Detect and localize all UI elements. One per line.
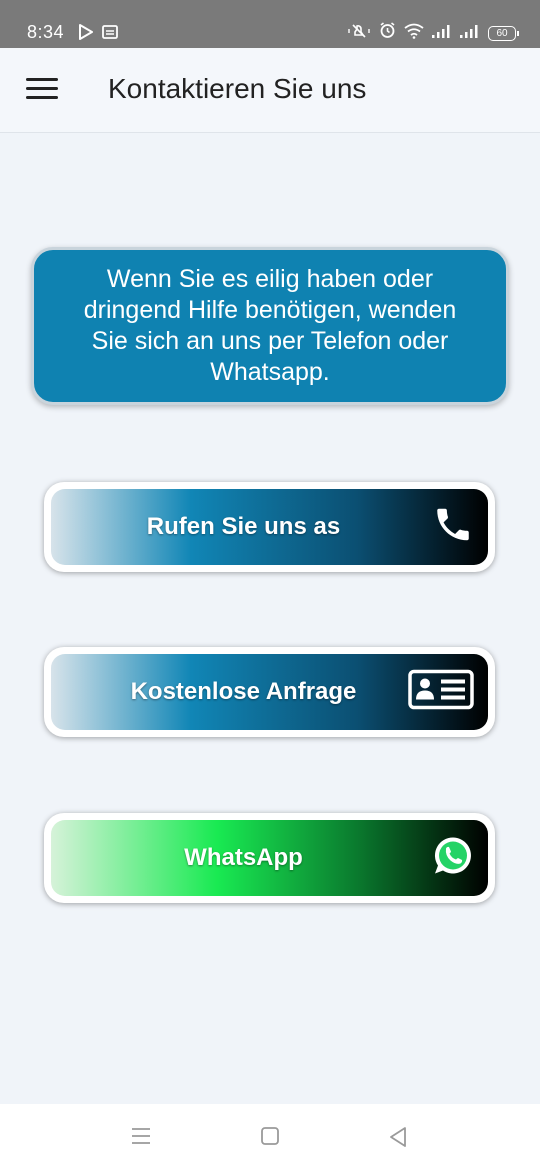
home-icon[interactable] (260, 1126, 280, 1151)
mute-icon (347, 23, 371, 44)
hamburger-menu-icon[interactable] (26, 78, 58, 102)
status-time: 8:34 (27, 22, 65, 42)
status-bar: 8:34 60 (0, 0, 540, 48)
free-request-button[interactable]: Kostenlose Anfrage (44, 647, 495, 737)
free-request-button-label: Kostenlose Anfrage (130, 678, 357, 705)
phone-icon (432, 504, 474, 551)
call-button[interactable]: Rufen Sie uns as (44, 482, 495, 572)
system-nav-bar (0, 1104, 540, 1170)
info-card: Wenn Sie es eilig haben oder dringend Hi… (31, 247, 509, 405)
app-bar: Kontaktieren Sie uns (0, 48, 540, 133)
signal-icon (460, 24, 480, 43)
free-request-button-body: Kostenlose Anfrage (51, 654, 488, 730)
news-icon (102, 25, 118, 44)
contact-card-icon (408, 669, 474, 715)
whatsapp-button[interactable]: WhatsApp (44, 813, 495, 903)
wifi-icon (404, 23, 424, 44)
play-store-icon (78, 24, 94, 45)
call-button-label: Rufen Sie uns as (146, 513, 341, 540)
page-title: Kontaktieren Sie uns (108, 73, 367, 104)
signal-icon (432, 24, 452, 43)
info-text: Wenn Sie es eilig haben oder dringend Hi… (83, 265, 457, 386)
call-button-body: Rufen Sie uns as (51, 489, 488, 565)
alarm-icon (379, 22, 396, 44)
whatsapp-icon (432, 835, 474, 882)
whatsapp-button-body: WhatsApp (51, 820, 488, 896)
back-icon[interactable] (388, 1126, 408, 1153)
recents-icon[interactable] (130, 1126, 152, 1151)
battery-icon: 60 (488, 25, 519, 41)
whatsapp-button-label: WhatsApp (184, 844, 303, 871)
